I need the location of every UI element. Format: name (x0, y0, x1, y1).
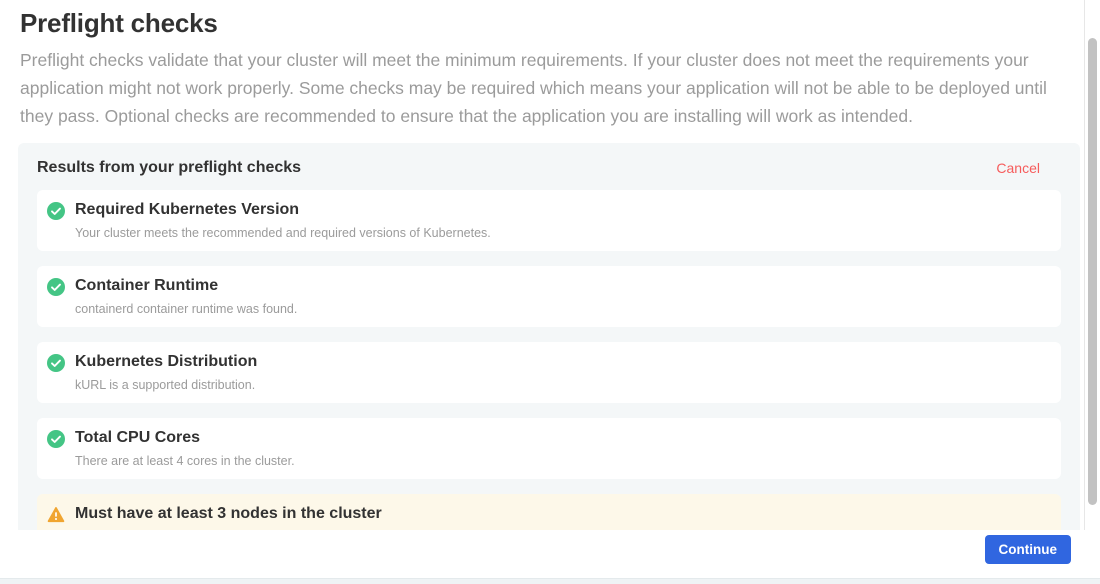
check-message: There are at least 4 cores in the cluste… (75, 454, 295, 469)
check-card: Total CPU Cores There are at least 4 cor… (37, 418, 1061, 479)
check-card: Kubernetes Distribution kURL is a suppor… (37, 342, 1061, 403)
panel-header: Results from your preflight checks Cance… (37, 159, 1061, 177)
check-circle-icon (47, 202, 65, 220)
check-circle-icon (47, 354, 65, 372)
footer-bar: Continue (0, 530, 1084, 578)
cancel-link[interactable]: Cancel (996, 160, 1040, 176)
check-title: Total CPU Cores (75, 429, 295, 447)
check-card: Required Kubernetes Version Your cluster… (37, 190, 1061, 251)
page-title: Preflight checks (20, 8, 1068, 38)
check-title: Must have at least 3 nodes in the cluste… (75, 505, 382, 523)
check-message: Your cluster meets the recommended and r… (75, 226, 491, 241)
check-text: Container Runtime containerd container r… (75, 277, 297, 317)
check-title: Kubernetes Distribution (75, 353, 257, 371)
check-list: Required Kubernetes Version Your cluster… (37, 190, 1061, 555)
continue-button[interactable]: Continue (985, 535, 1072, 564)
check-title: Container Runtime (75, 277, 297, 295)
preflight-results-panel: Results from your preflight checks Cance… (18, 143, 1080, 584)
check-text: Required Kubernetes Version Your cluster… (75, 201, 491, 241)
scroll-area-divider (1084, 0, 1085, 530)
check-text: Total CPU Cores There are at least 4 cor… (75, 429, 295, 469)
check-text: Kubernetes Distribution kURL is a suppor… (75, 353, 257, 393)
page-description: Preflight checks validate that your clus… (20, 46, 1068, 130)
page-header: Preflight checks Preflight checks valida… (20, 8, 1068, 130)
check-circle-icon (47, 278, 65, 296)
panel-title: Results from your preflight checks (37, 159, 301, 177)
page-bottom-strip (0, 578, 1100, 584)
scrollbar-thumb[interactable] (1088, 38, 1097, 505)
check-circle-icon (47, 430, 65, 448)
preflight-page: Preflight checks Preflight checks valida… (0, 0, 1100, 584)
check-card: Container Runtime containerd container r… (37, 266, 1061, 327)
warning-triangle-icon (47, 506, 65, 524)
check-message: kURL is a supported distribution. (75, 378, 257, 393)
check-title: Required Kubernetes Version (75, 201, 491, 219)
check-message: containerd container runtime was found. (75, 302, 297, 317)
